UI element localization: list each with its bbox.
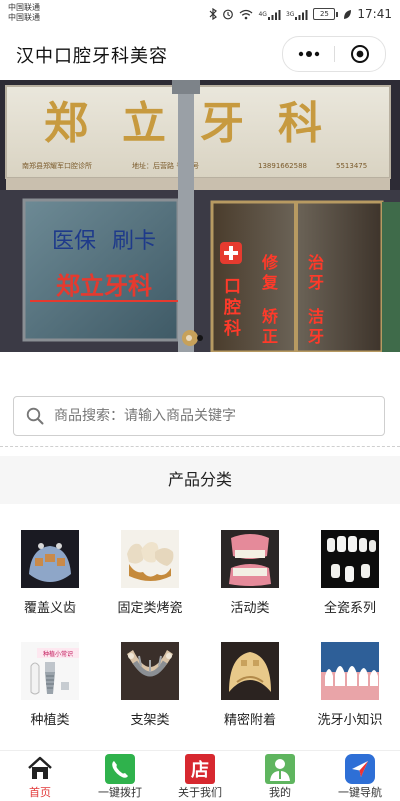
home-icon: [28, 756, 52, 779]
more-dots-icon: [298, 51, 319, 57]
sign-title: 郑立牙科: [44, 98, 356, 149]
carousel-dot[interactable]: [186, 335, 192, 341]
all-ceramic-image: [321, 530, 379, 588]
tab-label: 我的: [269, 786, 291, 799]
category-label: 覆盖义齿: [23, 601, 76, 616]
svg-text:正: 正: [262, 327, 278, 346]
svg-text:复: 复: [261, 273, 279, 292]
tab-label: 一键拨打: [98, 786, 142, 799]
category-item-removable[interactable]: 活动类: [200, 518, 300, 628]
svg-text:矫: 矫: [262, 307, 278, 326]
sign-phone-2: 5513475: [336, 162, 367, 170]
section-divider: [0, 446, 400, 447]
door-red-text-1: 口 腔 科: [223, 277, 241, 339]
category-item-implant[interactable]: 种植小常识 种植类: [0, 630, 100, 740]
banner-carousel[interactable]: 郑立牙科 南郑县郑耀军口腔诊所 地址：后营路 号26号 13891662588 …: [0, 80, 400, 352]
category-label: 活动类: [230, 601, 270, 616]
clinic-storefront-image: 郑立牙科 南郑县郑耀军口腔诊所 地址：后营路 号26号 13891662588 …: [0, 80, 400, 352]
svg-text:科: 科: [224, 318, 241, 339]
category-item-cleaning[interactable]: 洗牙小知识: [300, 630, 400, 740]
porcelain-crown-image: [121, 530, 179, 588]
category-label: 精密附着: [223, 713, 276, 728]
network-2-label: 3G: [285, 10, 295, 18]
svg-text:修: 修: [261, 253, 279, 272]
page-title: 汉中口腔牙科美容: [16, 46, 168, 67]
bluetooth-icon: [210, 8, 218, 20]
app-header: 汉中口腔牙科美容: [0, 28, 400, 80]
door-red-text-4: 治 牙: [308, 253, 324, 292]
tab-label: 一键导航: [338, 786, 382, 799]
sign-subline-1: 南郑县郑耀军口腔诊所: [22, 161, 92, 170]
category-item-framework[interactable]: 支架类: [100, 630, 200, 740]
svg-text:口: 口: [224, 277, 241, 297]
category-item-overdenture[interactable]: 覆盖义齿: [0, 518, 100, 628]
signal-2-icon: [295, 9, 308, 20]
navigation-icon: [345, 754, 375, 784]
wifi-icon: [240, 9, 253, 19]
product-search-box[interactable]: [13, 396, 385, 436]
target-close-icon: [351, 45, 369, 63]
search-input[interactable]: [52, 407, 356, 425]
tab-call[interactable]: 一键拨打: [80, 751, 160, 801]
search-icon: [26, 407, 44, 425]
tab-label: 首页: [29, 786, 51, 799]
door-red-text-3: 矫 正: [262, 307, 278, 346]
implant-caption: 种植小常识: [43, 650, 73, 658]
carrier-1: 中国联通: [8, 3, 40, 12]
category-item-all-ceramic[interactable]: 全瓷系列: [300, 518, 400, 628]
window-text-2: 刷卡: [112, 229, 156, 254]
tab-navigate[interactable]: 一键导航: [320, 751, 400, 801]
category-item-precision[interactable]: 精密附着: [200, 630, 300, 740]
leaf-icon: [344, 9, 352, 19]
window-red-text: 郑立牙科: [56, 272, 152, 300]
carrier-info: 中国联通 中国联通: [8, 3, 40, 23]
window-text-1: 医保: [52, 229, 96, 254]
carrier-2: 中国联通: [8, 13, 40, 22]
overdenture-image: [21, 530, 79, 588]
framework-image: [121, 642, 179, 700]
category-label: 固定类烤瓷: [117, 601, 183, 616]
door-red-text-2: 修 复: [261, 253, 279, 292]
signal-1-icon: [267, 9, 281, 20]
precision-attachment-image: [221, 642, 279, 700]
svg-text:牙: 牙: [308, 273, 324, 292]
status-time: 17:41: [357, 7, 392, 21]
category-label: 种植类: [30, 713, 70, 728]
status-icons: 4G 3G 25 17:41: [209, 6, 392, 22]
carousel-dot-active[interactable]: [197, 335, 203, 341]
category-label: 全瓷系列: [323, 601, 376, 616]
network-1-label: 4G: [258, 10, 267, 18]
alarm-icon: [223, 9, 234, 20]
category-section-title: 产品分类: [0, 456, 400, 504]
store-glyph: 店: [191, 759, 209, 781]
svg-text:腔: 腔: [223, 297, 241, 318]
svg-text:治: 治: [308, 253, 324, 272]
category-label: 洗牙小知识: [317, 713, 383, 728]
battery-level: 25: [313, 8, 336, 20]
phone-icon: [105, 754, 135, 784]
carousel-dots: [186, 335, 203, 341]
svg-text:牙: 牙: [308, 327, 324, 346]
status-bar: 中国联通 中国联通 4G 3G 25 17:41: [0, 0, 400, 28]
category-label: 支架类: [130, 713, 170, 728]
battery-icon: 25: [313, 8, 339, 20]
tab-mine[interactable]: 我的: [240, 751, 320, 801]
tab-label: 关于我们: [178, 786, 222, 799]
more-button[interactable]: [283, 37, 334, 71]
svg-text:洁: 洁: [308, 307, 324, 326]
store-icon: 店: [185, 754, 215, 784]
removable-denture-image: [221, 530, 279, 588]
miniprogram-capsule: [282, 36, 386, 72]
bottom-tab-bar: 首页 一键拨打 店 关于我们 我的 一键导航: [0, 750, 400, 801]
user-icon: [265, 754, 295, 784]
teeth-cleaning-image: [321, 642, 379, 700]
implant-image: 种植小常识: [21, 642, 79, 700]
close-button[interactable]: [335, 37, 385, 71]
sign-phone: 13891662588: [258, 162, 307, 170]
tab-home[interactable]: 首页: [0, 751, 80, 801]
door-red-text-5: 洁 牙: [308, 307, 324, 346]
tab-about[interactable]: 店 关于我们: [160, 751, 240, 801]
category-item-porcelain[interactable]: 固定类烤瓷: [100, 518, 200, 628]
